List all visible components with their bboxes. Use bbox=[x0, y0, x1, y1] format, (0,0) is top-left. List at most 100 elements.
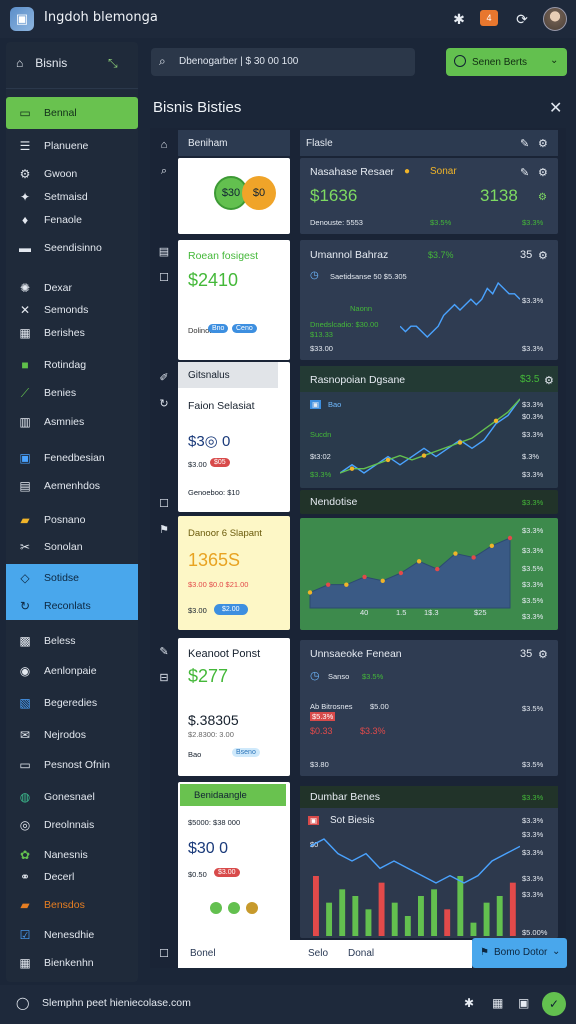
check-green-icon[interactable]: ✓ bbox=[542, 992, 566, 1016]
y-tick: $3.3% bbox=[522, 830, 544, 839]
sidebar-item-sonolan[interactable]: ✂ Sonolan bbox=[6, 534, 138, 560]
pill-blue[interactable]: $2.00 bbox=[214, 604, 248, 615]
sidebar-item-rotindag[interactable]: ■ Rotindag bbox=[6, 352, 138, 378]
puzzle-icon[interactable]: ✱ bbox=[448, 8, 470, 30]
pencil-icon[interactable]: ✐ bbox=[150, 368, 178, 386]
refresh-icon[interactable]: ↻ bbox=[150, 394, 178, 412]
sidebar-item-aemenhdos[interactable]: ▤ Aemenhdos bbox=[6, 473, 138, 499]
checkbox-icon[interactable]: ☐ bbox=[150, 494, 178, 512]
search-input[interactable]: Dbenogarber | $ 30 00 100 bbox=[179, 56, 298, 67]
settings-icon[interactable]: ⚙ bbox=[538, 137, 548, 150]
left-card-3[interactable]: Gitsnalus Faion Selasiat $3◎ 0 $3.00 $05… bbox=[178, 362, 290, 512]
left-card-2[interactable]: Roean fosigest $2410 Dolinot Bno Ceno bbox=[178, 240, 290, 360]
y-tick: $3.5% bbox=[522, 596, 544, 605]
sidebar-item-decerl[interactable]: ⚭ Decerl bbox=[6, 864, 138, 890]
grid-icon[interactable]: ▦ bbox=[492, 996, 503, 1010]
edit-icon[interactable]: ✎ bbox=[520, 166, 529, 179]
right-card-6[interactable]: Dumbar Benes $3.3% ▣ Sot Biesis $0 $3.3%… bbox=[300, 786, 558, 938]
bottom-action-button[interactable]: ⚑ Bomo Dotor ⌄ bbox=[472, 938, 567, 968]
settings-icon[interactable]: ⚙ bbox=[538, 192, 547, 203]
settings-icon[interactable]: ⚙ bbox=[538, 648, 548, 661]
sidebar-item-beless[interactable]: ▩ Beless bbox=[6, 628, 138, 654]
pill-blue[interactable]: Bno bbox=[208, 324, 229, 333]
left-card-5[interactable]: Keanoot Ponst $277 $.38305 $2.8300: 3.00… bbox=[178, 638, 290, 776]
sidebar-item-sotidse[interactable]: ◇ Sotidse bbox=[6, 564, 138, 592]
right-card-4[interactable]: $3.3% $3.3% $3.5% $3.3% $3.5% $3.3% 40 1… bbox=[300, 518, 558, 630]
status-button[interactable]: Senen Berts ⌄ bbox=[446, 48, 567, 76]
bar bbox=[365, 909, 372, 936]
sidebar-item-label: Nejrodos bbox=[44, 729, 87, 741]
notification-icon[interactable]: 4 bbox=[480, 10, 498, 26]
sidebar-item-fenaole[interactable]: ♦ Fenaole bbox=[6, 207, 138, 233]
sidebar-item-gonesnael[interactable]: ◍ Gonesnael bbox=[6, 784, 138, 810]
sidebar-item-pesnost-ofnin[interactable]: ▭ Pesnost Ofnin bbox=[6, 752, 138, 778]
sidebar-item-asmnies[interactable]: ▥ Asmnies bbox=[6, 409, 138, 435]
gear-icon: ⚙ bbox=[19, 167, 31, 181]
y-tick: $3.5% bbox=[522, 564, 544, 573]
sidebar-item-label: Dexar bbox=[44, 282, 73, 294]
bookmark-icon[interactable]: ⚑ bbox=[150, 520, 178, 538]
settings-icon[interactable]: ⚙ bbox=[538, 166, 548, 179]
bar bbox=[339, 889, 346, 936]
footer-text: Slemphn peet hieniecolase.com bbox=[42, 997, 191, 1009]
sidebar-item-begeredies[interactable]: ▧ Begeredies bbox=[6, 690, 138, 716]
card-title: Rasnopoian Dgsane bbox=[310, 374, 406, 386]
sidebar-item-bensdos[interactable]: ▰ Bensdos bbox=[6, 892, 138, 918]
pill-red[interactable]: $3.00 bbox=[214, 868, 240, 877]
sidebar-item-benies[interactable]: ⟋ Benies bbox=[6, 380, 138, 406]
bottom-mid-cell[interactable]: Selo Donal bbox=[290, 940, 472, 968]
sidebar-item-fenedbesian[interactable]: ▣ Fenedbesian bbox=[6, 445, 138, 471]
settings-icon[interactable]: ⟳ bbox=[511, 8, 533, 30]
search-bar[interactable]: ⌕ Dbenogarber | $ 30 00 100 bbox=[151, 48, 415, 76]
card-foot-right: $3.5% bbox=[522, 760, 544, 769]
window-icon[interactable]: ▣ bbox=[518, 996, 529, 1010]
sidebar-item-label: Setmaisd bbox=[44, 191, 88, 203]
pill-blue[interactable]: Ceno bbox=[232, 324, 257, 333]
checkbox-icon[interactable]: ☐ bbox=[150, 944, 178, 962]
right-card-3[interactable]: Rasnopoian Dgsane $3.5 ⚙ ▣ Bao Sucdn $t3… bbox=[300, 366, 558, 488]
sidebar-item-nejrodos[interactable]: ✉ Nejrodos bbox=[6, 722, 138, 748]
pill-light[interactable]: Bseno bbox=[232, 748, 260, 757]
chart-label: $3.3% bbox=[310, 470, 332, 479]
sidebar-item-bennal[interactable]: ▭ Bennal bbox=[6, 97, 138, 129]
sidebar-item-bienkenhn[interactable]: ▦ Bienkenhn bbox=[6, 950, 138, 976]
sidebar-item-aenlonpaie[interactable]: ◉ Aenlonpaie bbox=[6, 658, 138, 684]
pill-label: $3.00 bbox=[188, 460, 207, 469]
sidebar-item-planuene[interactable]: ☰ Planuene bbox=[6, 133, 138, 159]
edit-icon[interactable]: ✎ bbox=[520, 137, 529, 150]
home-icon[interactable]: ⌂ bbox=[16, 56, 23, 70]
settings-icon[interactable]: ⚙ bbox=[544, 374, 554, 387]
scissors-icon: ✂ bbox=[19, 540, 31, 554]
puzzle-icon[interactable]: ✱ bbox=[464, 996, 474, 1010]
collapse-icon[interactable]: ⤡ bbox=[108, 56, 118, 71]
minus-box-icon[interactable]: ⊟ bbox=[150, 668, 178, 686]
home-icon[interactable]: ⌂ bbox=[150, 136, 178, 154]
right-card-2[interactable]: Umannol Bahraz $3.7% 35 ⚙ ◷ Saetidsanse … bbox=[300, 240, 558, 360]
sidebar-item-dreolnnais[interactable]: ◎ Dreolnnais bbox=[6, 812, 138, 838]
card-badge: Sot Biesis bbox=[330, 815, 375, 826]
sidebar-item-seendisinno[interactable]: ▬ Seendisinno bbox=[6, 235, 138, 261]
sidebar-item-reconlats[interactable]: ↻ Reconlats bbox=[6, 592, 138, 620]
close-icon[interactable]: ✕ bbox=[549, 98, 562, 118]
right-card-1[interactable]: Nasahase Resaer ● Sonar ✎ ⚙ $1636 3138 ⚙… bbox=[300, 158, 558, 234]
left-card-4[interactable]: Danoor 6 Slapant 1365S $3.00 $0.0 $21.00… bbox=[178, 516, 290, 630]
bottom-left-cell[interactable]: Bonel bbox=[178, 940, 290, 968]
note-icon[interactable]: ▤ bbox=[150, 242, 178, 260]
right-card-5[interactable]: Unnsaeoke Fenean 35 ⚙ ◷ Sanso $3.5% Ab B… bbox=[300, 640, 558, 776]
chevron-down-icon: ⌄ bbox=[552, 946, 561, 957]
pill-red[interactable]: $05 bbox=[210, 458, 230, 467]
search-icon[interactable]: ⌕ bbox=[150, 162, 178, 180]
sidebar-item-berishes[interactable]: ▦ Berishes bbox=[6, 320, 138, 346]
card-title: Faion Selasiat bbox=[188, 400, 255, 412]
data-point bbox=[435, 566, 440, 572]
sidebar-item-nenesdhie[interactable]: ☑ Nenesdhie bbox=[6, 922, 138, 948]
square-green-icon: ■ bbox=[21, 358, 29, 372]
list-icon: ☰ bbox=[19, 139, 31, 153]
app-logo-icon[interactable]: ▣ bbox=[10, 7, 34, 31]
sidebar-item-posnano[interactable]: ▰ Posnano bbox=[6, 507, 138, 533]
checkbox-icon[interactable]: ☐ bbox=[150, 268, 178, 286]
left-card-1[interactable]: $30 $0 bbox=[178, 158, 290, 234]
edit-icon[interactable]: ✎ bbox=[150, 642, 178, 660]
settings-icon[interactable]: ⚙ bbox=[538, 249, 548, 262]
user-avatar[interactable] bbox=[543, 7, 567, 31]
